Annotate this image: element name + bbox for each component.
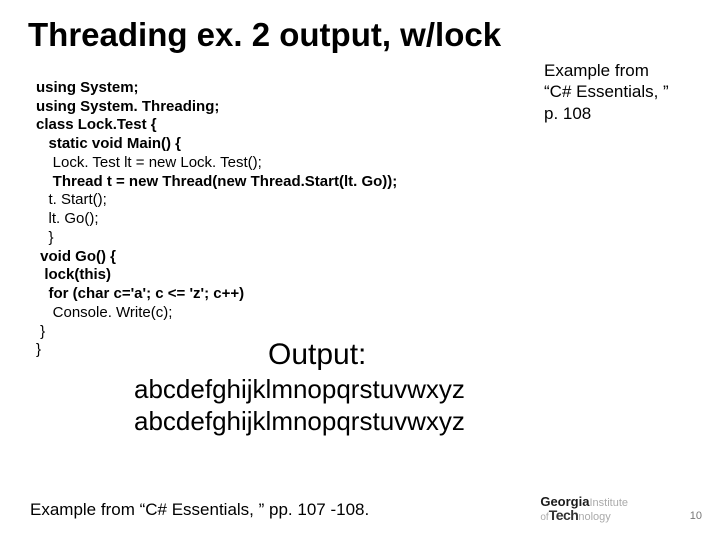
output-label: Output:: [36, 338, 696, 372]
code-line: using System. Threading;: [36, 98, 219, 115]
footer-citation: Example from “C# Essentials, ” pp. 107 -…: [30, 500, 369, 520]
code-line: static void Main() {: [36, 135, 181, 152]
code-line: Lock. Test lt = new Lock. Test();: [36, 154, 262, 171]
side-note-line: “C# Essentials, ”: [544, 81, 702, 102]
logo-text: Tech: [549, 507, 579, 523]
output-line: abcdefghijklmnopqrstuvwxyz: [134, 406, 696, 438]
logo-text: Institute: [589, 497, 628, 509]
code-line: void Go() {: [36, 248, 116, 265]
code-line: lock(this): [36, 266, 111, 283]
georgia-tech-logo: GeorgiaInstitute ofTechnology: [540, 496, 628, 522]
logo-text: nology: [578, 511, 610, 523]
code-line: Thread t = new Thread(new Thread.Start(l…: [36, 173, 397, 190]
slide-title: Threading ex. 2 output, w/lock: [0, 0, 720, 60]
code-line: }: [36, 229, 54, 246]
side-note-line: Example from: [544, 60, 702, 81]
code-line: class Lock.Test {: [36, 116, 157, 133]
side-citation: Example from “C# Essentials, ” p. 108: [544, 60, 702, 124]
code-line: t. Start();: [36, 191, 107, 208]
side-note-line: p. 108: [544, 103, 702, 124]
code-line: lt. Go();: [36, 210, 99, 227]
code-line: using System;: [36, 79, 139, 96]
page-number: 10: [690, 510, 702, 522]
code-line: Console. Write(c);: [36, 304, 172, 321]
code-line: for (char c='a'; c <= 'z'; c++): [36, 285, 244, 302]
output-block: abcdefghijklmnopqrstuvwxyz abcdefghijklm…: [36, 374, 696, 437]
code-line: }: [36, 341, 41, 358]
logo-text: of: [540, 512, 548, 523]
code-line: }: [36, 323, 45, 340]
content-area: Example from “C# Essentials, ” p. 108 us…: [0, 60, 720, 437]
output-line: abcdefghijklmnopqrstuvwxyz: [134, 374, 696, 406]
